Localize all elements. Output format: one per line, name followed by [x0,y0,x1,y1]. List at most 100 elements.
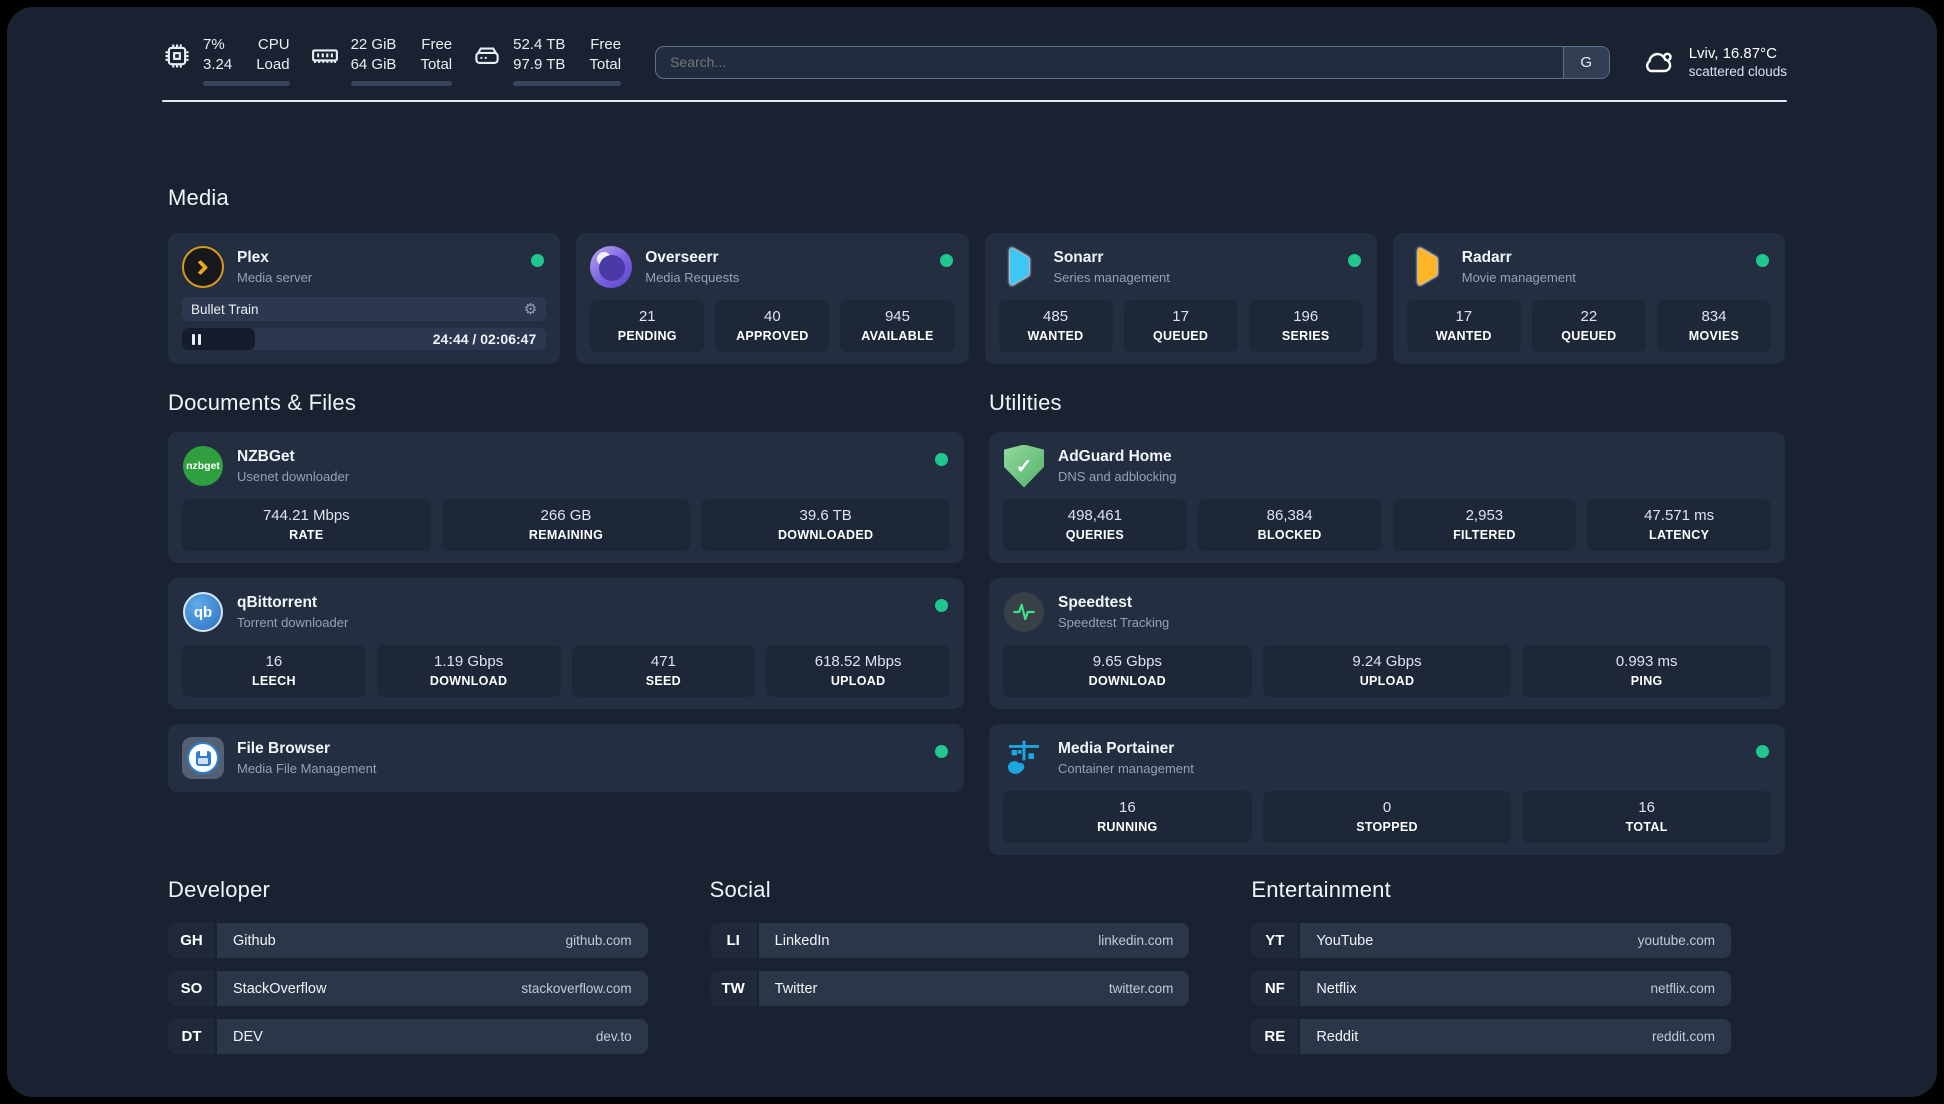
stat-leech: 16 LEECH [182,645,366,697]
adguard-icon: ✓ [1003,444,1045,488]
link-url: reddit.com [1651,1029,1715,1044]
utilities-section: Utilities ✓ AdGuard Home DNS and adblock… [989,390,1785,855]
app-card-qbittorrent[interactable]: qb qBittorrent Torrent downloader 16 LEEC… [168,578,964,709]
stat-upload: 9.24 Gbps UPLOAD [1262,645,1512,697]
link-netflix[interactable]: NF Netflix netflix.com [1251,971,1731,1006]
link-abbr: GH [168,923,215,958]
entertainment-section: Entertainment YT YouTube youtube.com NF N… [1251,877,1731,1054]
cpu-load-avg: 3.24 [203,55,233,73]
cpu-icon [165,44,189,67]
nzbget-icon: nzbget [182,445,224,487]
app-card-speedtest[interactable]: Speedtest Speedtest Tracking 9.65 Gbps DO… [989,578,1785,709]
app-card-portainer[interactable]: Media Portainer Container management 16 R… [989,724,1785,855]
link-url: github.com [565,933,632,948]
app-card-plex[interactable]: Plex Media server Bullet Train ⚙ 24:44 /… [168,233,561,364]
stat-latency: 47.571 ms LATENCY [1587,499,1771,551]
developer-section: Developer GH Github github.com SO StackOv… [168,877,648,1054]
stat-stopped: 0 STOPPED [1262,791,1512,843]
app-card-adguard[interactable]: ✓ AdGuard Home DNS and adblocking 498,46… [989,432,1785,563]
app-card-sonarr[interactable]: Sonarr Series management 485 WANTED 17 QUE… [984,233,1377,364]
filebrowser-icon [182,737,224,779]
link-abbr: DT [168,1019,215,1054]
entertainment-section-title: Entertainment [1251,877,1391,902]
link-abbr: SO [168,971,215,1006]
app-title: AdGuard Home [1058,448,1172,465]
link-name: YouTube [1316,932,1374,949]
link-url: netflix.com [1650,981,1715,996]
qbittorrent-icon: qb [182,591,224,633]
link-url: linkedin.com [1098,933,1174,948]
link-url: stackoverflow.com [521,981,632,996]
cpu-label-1: CPU [257,35,290,53]
weather-location-temp: Lviv, 16.87°C [1688,44,1777,62]
link-youtube[interactable]: YT YouTube youtube.com [1251,923,1731,958]
link-abbr: TW [709,971,757,1006]
disk-progress [513,80,622,86]
ram-free: 22 GiB [350,35,397,53]
link-linkedin[interactable]: LI LinkedIn linkedin.com [709,923,1190,958]
app-title: Overseerr [645,249,719,266]
app-subtitle: Speedtest Tracking [1058,615,1170,630]
app-card-overseerr[interactable]: Overseerr Media Requests 21 PENDING 40 APP… [576,233,969,364]
search-bar: G [655,45,1610,79]
stat-queued: 22 QUEUED [1531,300,1646,352]
status-online-dot [1756,745,1769,758]
ram-metric: 22 GiB Free 64 GiB Total [310,35,453,86]
dashboard: 7% CPU 3.24 Load 22 GiB Free 64 GiB Tota… [7,7,1937,1097]
ram-label-2: Total [420,55,453,73]
stat-approved: 40 APPROVED [715,300,830,352]
stat-blocked: 86,384 BLOCKED [1197,499,1382,551]
app-title: Sonarr [1053,249,1104,266]
status-online-dot [935,745,948,758]
link-stackoverflow[interactable]: SO StackOverflow stackoverflow.com [168,971,648,1006]
app-title: Plex [237,249,269,266]
link-name: LinkedIn [774,932,830,949]
link-reddit[interactable]: RE Reddit reddit.com [1251,1019,1731,1054]
stat-running: 16 RUNNING [1003,791,1252,843]
disk-free: 52.4 TB [513,35,566,53]
link-name: Netflix [1316,980,1357,997]
sonarr-icon [999,246,1041,288]
disk-total: 97.9 TB [513,55,566,73]
weather-condition: scattered clouds [1688,63,1787,79]
search-provider-button[interactable]: G [1562,46,1609,78]
disk-metric: 52.4 TB Free 97.9 TB Total [472,35,622,86]
stat-queued: 17 QUEUED [1123,300,1238,352]
link-name: Github [233,932,276,949]
app-subtitle: Container management [1058,761,1194,776]
playback-progress-bar[interactable]: 24:44 / 02:06:47 [182,328,547,350]
documents-section: Documents & Files nzbget NZBGet Usenet d… [168,390,964,855]
stat-ping: 0.993 ms PING [1522,645,1771,697]
app-subtitle: Media File Management [237,761,377,776]
disk-icon [475,46,499,64]
ram-total: 64 GiB [350,55,397,73]
app-card-nzbget[interactable]: nzbget NZBGet Usenet downloader 744.21 M… [168,432,964,563]
header-divider [162,100,1787,102]
app-title: NZBGet [237,448,295,465]
gear-icon[interactable]: ⚙ [524,302,537,317]
social-section: Social LI LinkedIn linkedin.com TW Twitte… [709,877,1190,1054]
plex-icon [182,246,224,288]
stat-downloaded: 39.6 TB DOWNLOADED [701,499,950,551]
stat-seed: 471 SEED [571,645,756,697]
stat-series: 196 SERIES [1248,300,1363,352]
status-online-dot [939,254,953,267]
app-title: qBittorrent [237,594,318,611]
link-url: twitter.com [1108,981,1174,996]
search-input[interactable] [656,46,1563,78]
link-github[interactable]: GH Github github.com [168,923,648,958]
app-card-filebrowser[interactable]: File Browser Media File Management [168,724,964,792]
status-online-dot [1756,254,1769,267]
app-card-radarr[interactable]: Radarr Movie management 17 WANTED 22 QUEUE… [1392,233,1785,364]
developer-section-title: Developer [168,877,271,902]
stat-upload: 618.52 Mbps UPLOAD [766,645,950,697]
disk-label-2: Total [589,55,622,73]
link-name: StackOverflow [233,980,327,997]
media-section-title: Media [168,185,229,210]
stat-movies: 834 MOVIES [1656,300,1771,352]
radarr-icon [1407,246,1449,288]
app-title: Speedtest [1058,594,1133,611]
link-twitter[interactable]: TW Twitter twitter.com [709,971,1190,1006]
cloud-icon [1645,52,1672,72]
link-dev[interactable]: DT DEV dev.to [168,1019,648,1054]
